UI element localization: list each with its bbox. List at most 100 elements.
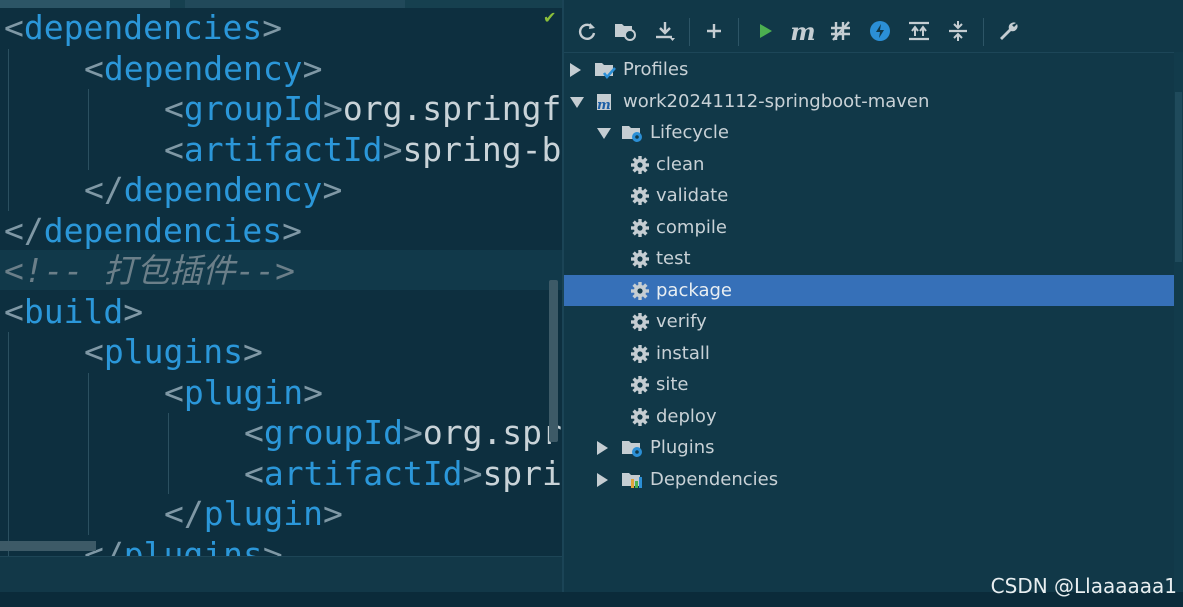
code-line: </dependency>: [84, 170, 342, 210]
tag-bracket: >: [303, 372, 323, 412]
editor-tab-strip: [0, 0, 562, 8]
skip-tests-button[interactable]: [866, 17, 894, 45]
tree-node-deploy[interactable]: deploy: [564, 401, 1174, 432]
tree-node-validate[interactable]: validate: [564, 180, 1174, 211]
tag-bracket: <: [84, 332, 104, 371]
tree-node-lifecycle[interactable]: Lifecycle: [564, 117, 1174, 148]
toggle-offline-mode-button[interactable]: [827, 17, 855, 45]
collapsed-arrow-icon[interactable]: [597, 441, 608, 455]
skip-tests-icon: [870, 21, 890, 41]
tree-node-package[interactable]: package: [564, 274, 1174, 306]
tree-node-label: verify: [656, 311, 707, 332]
code-line: <groupId>org.springf: [164, 89, 561, 129]
collapsed-arrow-icon[interactable]: [570, 63, 581, 77]
code-line: <artifactId>spri: [244, 454, 562, 494]
tag-name: plugin: [203, 494, 323, 533]
dependencies-icon: [621, 470, 642, 490]
show-dependencies-button[interactable]: [905, 17, 933, 45]
tree-node-label: deploy: [656, 405, 717, 427]
gear-icon: [630, 249, 650, 269]
code-line: </plugin>: [164, 494, 343, 534]
generate-sources-button[interactable]: [611, 17, 639, 45]
tag-bracket: <: [164, 129, 184, 169]
expanded-arrow-icon[interactable]: [597, 128, 611, 139]
tree-node-label: work20241112-springboot-maven: [623, 90, 930, 112]
tag-bracket: <: [4, 291, 24, 331]
tag-text: spring-b: [402, 129, 562, 169]
xml-comment: <!-- 打包插件-->: [4, 251, 295, 290]
add-maven-project-button[interactable]: [700, 17, 728, 45]
scrollbar-thumb[interactable]: [1175, 92, 1182, 262]
generate-sources-icon: [615, 24, 636, 41]
tree-node-site[interactable]: site: [564, 369, 1174, 400]
gear-icon: [630, 155, 650, 175]
tree-node-label: Plugins: [650, 437, 715, 458]
maven-settings-button[interactable]: [994, 17, 1022, 45]
tag-name: dependency: [103, 48, 303, 88]
editor-vertical-scrollbar[interactable]: [549, 280, 558, 442]
maven-toolbar: m: [564, 10, 1183, 53]
execute-maven-goal-button[interactable]: m: [789, 17, 817, 46]
collapse-all-icon: [949, 21, 967, 41]
code-line: </dependencies>: [4, 211, 302, 251]
tag-name: dependency: [123, 170, 323, 209]
editor-tab[interactable]: [185, 0, 405, 8]
tree-node-label: Lifecycle: [650, 122, 729, 143]
tree-node-dependencies[interactable]: Dependencies: [564, 464, 1174, 495]
tag-bracket: <: [4, 8, 24, 47]
tree-node-compile[interactable]: compile: [564, 212, 1174, 243]
tree-node-profiles[interactable]: Profiles: [564, 54, 1174, 85]
tag-name: artifactId: [263, 453, 463, 493]
download-sources-button[interactable]: [651, 17, 679, 45]
code-line: </plugins>: [84, 535, 283, 557]
tag-bracket: >: [322, 170, 343, 209]
tree-node-clean[interactable]: clean: [564, 149, 1174, 180]
editor-horizontal-scrollbar[interactable]: [0, 541, 96, 551]
tree-node-label: package: [656, 279, 732, 301]
project-icon: m: [594, 92, 614, 113]
run-maven-build-button[interactable]: [751, 17, 779, 45]
collapse-all-button[interactable]: [944, 17, 972, 45]
collapsed-arrow-icon[interactable]: [597, 472, 608, 487]
tag-bracket: <: [84, 48, 104, 88]
tag-name: groupId: [263, 413, 403, 452]
toolbar-separator: [689, 18, 690, 46]
tag-name: dependencies: [23, 8, 263, 47]
tree-node-work20241112-springboot-maven[interactable]: m work20241112-springboot-maven: [564, 86, 1174, 117]
reload-icon: [578, 23, 596, 40]
tree-node-label: Profiles: [623, 59, 689, 80]
toolbar-separator: [738, 18, 739, 46]
maven-tree-scrollbar[interactable]: [1174, 52, 1183, 592]
code-line: <artifactId>spring-b: [164, 130, 561, 170]
tag-name: plugins: [123, 534, 263, 557]
indent-guide: [8, 332, 9, 556]
code-line: <build>: [4, 292, 143, 332]
tree-node-plugins[interactable]: Plugins: [564, 432, 1174, 463]
tag-name: dependencies: [43, 210, 283, 250]
folder-gear-icon: [621, 438, 642, 458]
tree-node-install[interactable]: install: [564, 338, 1174, 369]
editor-tab[interactable]: [0, 0, 170, 8]
tag-bracket: >: [123, 291, 144, 331]
tag-bracket: </: [4, 210, 44, 250]
editor-status-bar: [0, 556, 562, 593]
add-icon: [707, 24, 721, 38]
tree-node-test[interactable]: test: [564, 243, 1174, 274]
tag-bracket: </: [164, 494, 204, 533]
tree-node-verify[interactable]: verify: [564, 306, 1174, 337]
run-icon: [760, 24, 772, 38]
svg-text:m: m: [597, 98, 611, 112]
code-line: <!-- 打包插件-->: [4, 251, 295, 291]
code-line: <groupId>org.spr: [244, 413, 562, 453]
reload-button[interactable]: [573, 17, 601, 45]
wrench-icon: [1000, 22, 1018, 40]
xml-editor[interactable]: <dependencies> <dependency> <groupId>org.s…: [0, 0, 562, 556]
tag-name: artifactId: [183, 129, 383, 169]
gear-icon: [630, 218, 650, 238]
inspection-ok-icon[interactable]: ✔: [543, 8, 556, 27]
tree-node-label: clean: [656, 153, 705, 175]
tag-bracket: >: [402, 413, 423, 452]
expanded-arrow-icon[interactable]: [570, 96, 584, 108]
tree-node-label: validate: [656, 185, 729, 206]
tag-text: spri: [482, 453, 562, 493]
